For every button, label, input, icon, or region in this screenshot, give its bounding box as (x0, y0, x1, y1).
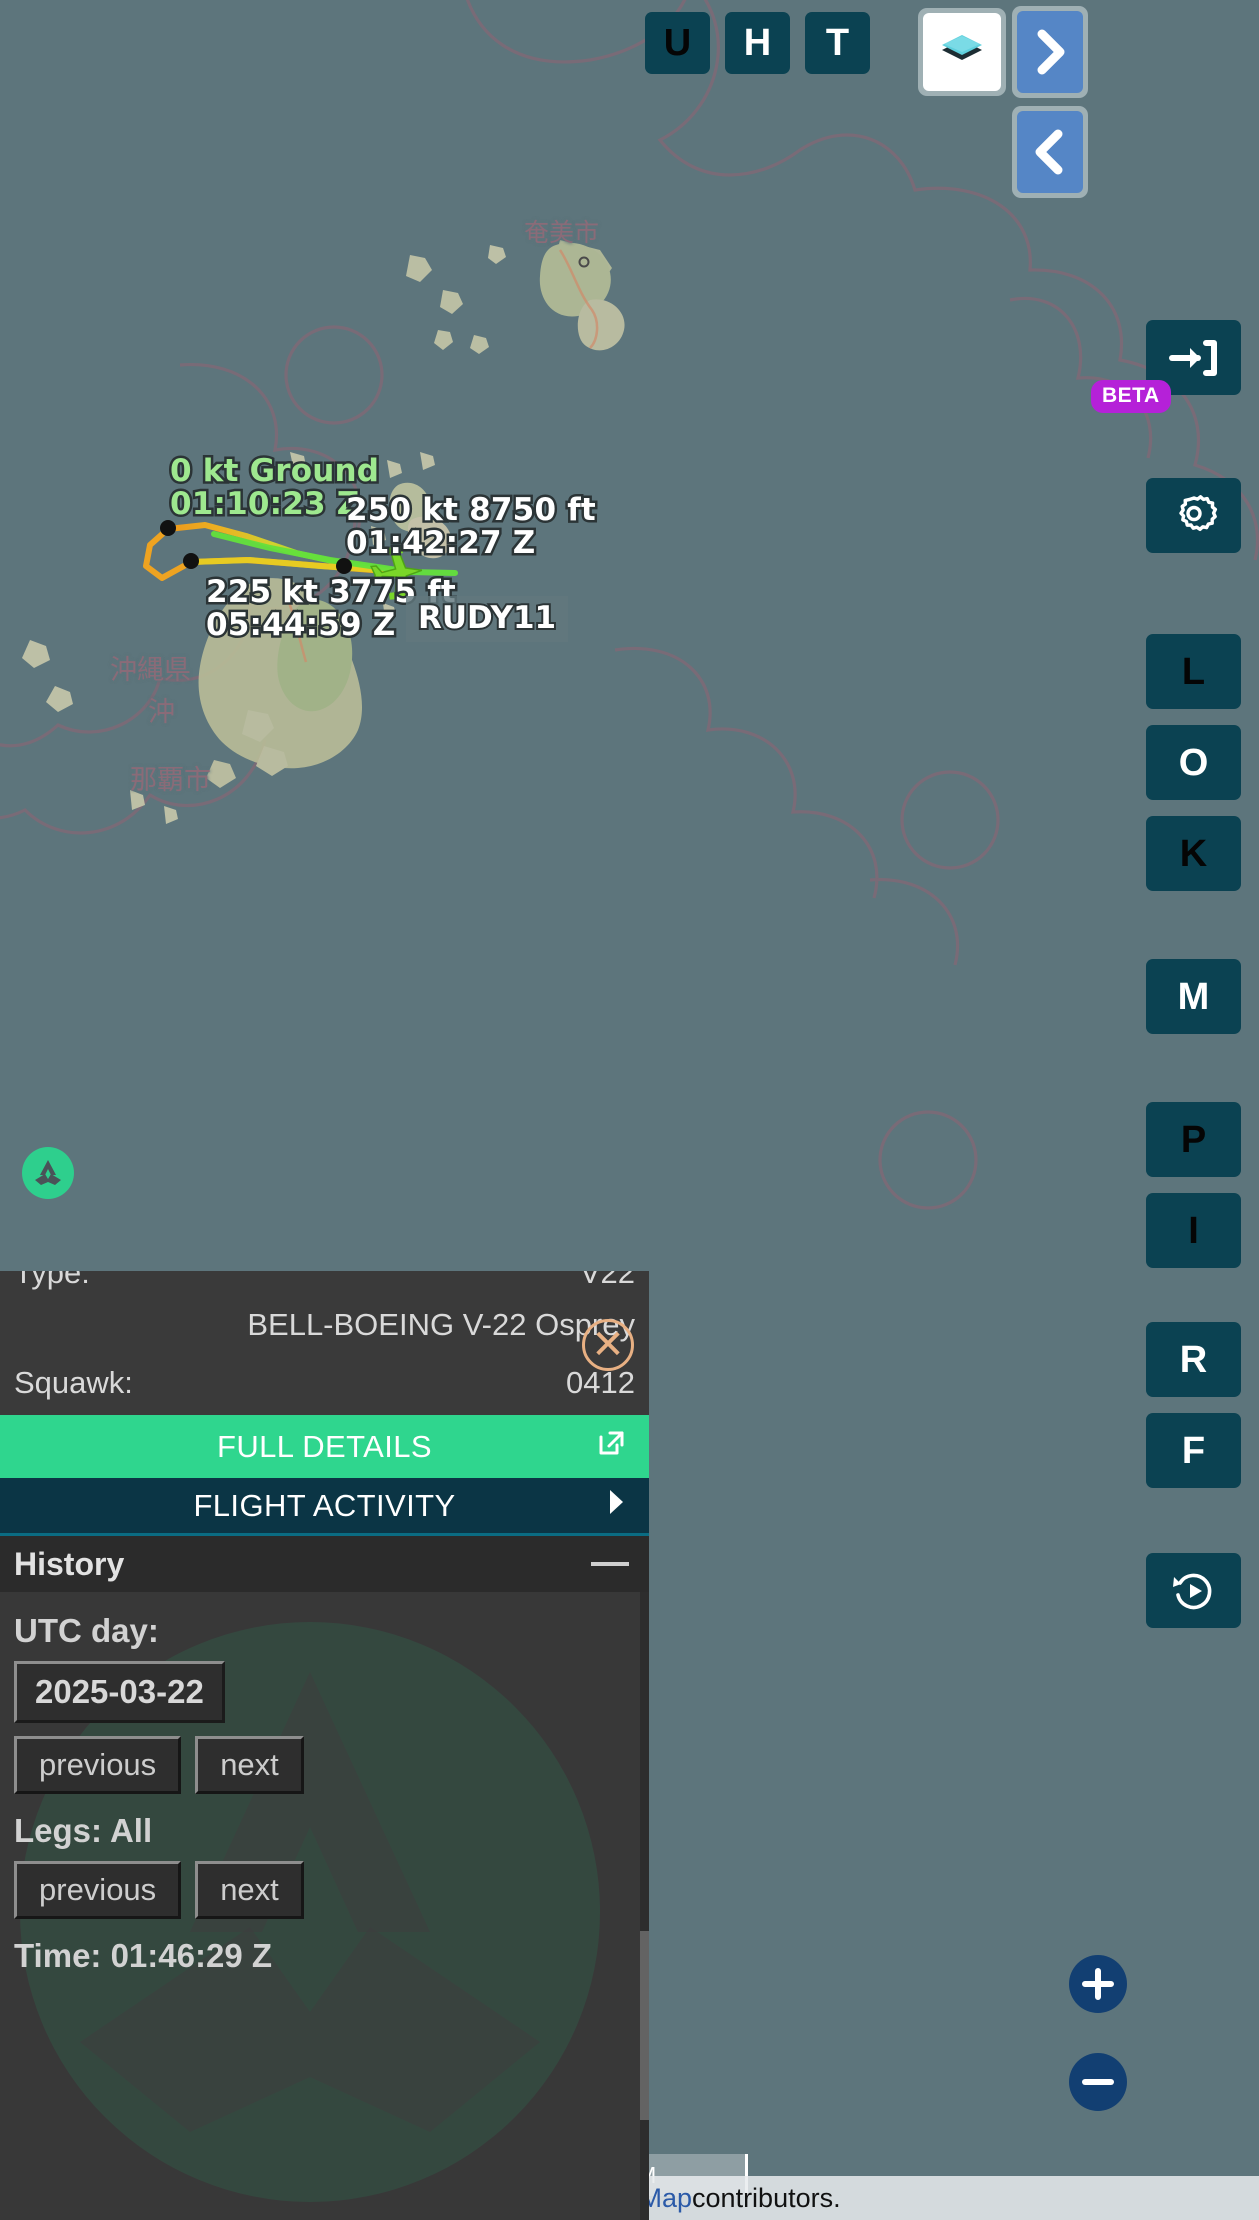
callsign-label[interactable]: RUDY11 (406, 596, 569, 642)
settings-button[interactable] (1146, 478, 1241, 553)
full-details-label: FULL DETAILS (217, 1428, 432, 1464)
replay-icon (1172, 1573, 1211, 1609)
minimize-icon[interactable] (591, 1562, 629, 1566)
toolbar-button-l-label: L (1181, 650, 1206, 693)
trail-label-peak-line2: 01:42:27 Z (344, 524, 538, 562)
squawk-value: 0412 (566, 1365, 635, 1400)
panel-scrollbar[interactable] (640, 1592, 649, 2220)
zoom-in-button[interactable] (1069, 1955, 1127, 2013)
trail-label-peak: 250 kt 8750 ft 01:42:27 Z (344, 491, 599, 563)
legs-nav-buttons: previous next (14, 1861, 635, 1919)
panel-expand-button[interactable] (1012, 6, 1088, 98)
day-previous-button[interactable]: previous (14, 1736, 182, 1794)
toolbar-button-t-label: T (825, 22, 850, 64)
trail-label-peak-line1: 250 kt 8750 ft (344, 491, 599, 529)
history-time-label: Time: 01:46:29 Z (14, 1937, 273, 1974)
history-panel-body: UTC day: 2025-03-22 previous next Legs: … (0, 1592, 649, 2220)
plus-icon (1082, 1968, 1114, 2000)
toolbar-button-r-label: R (1179, 1338, 1208, 1381)
toolbar-button-o[interactable]: O (1146, 725, 1241, 800)
type-full-value: BELL-BOEING V-22 Osprey (247, 1307, 635, 1342)
toolbar-button-p[interactable]: P (1146, 1102, 1241, 1177)
toolbar-button-r[interactable]: R (1146, 1322, 1241, 1397)
panel-scrollbar-thumb[interactable] (640, 1931, 649, 2120)
toolbar-button-f-label: F (1181, 1429, 1206, 1472)
close-panel-button[interactable]: ✕ (582, 1319, 634, 1371)
history-title: History (14, 1545, 125, 1582)
external-link-icon (595, 1427, 627, 1467)
layers-button[interactable] (918, 8, 1006, 96)
attribution-suffix: contributors. (692, 2182, 841, 2213)
legs-next-button[interactable]: next (195, 1861, 304, 1919)
trail-label-start-line1: 0 kt Ground (167, 452, 381, 490)
toolbar-button-k[interactable]: K (1146, 816, 1241, 891)
day-next-button[interactable]: next (195, 1736, 304, 1794)
toolbar-button-m-label: M (1177, 975, 1210, 1018)
legs-label: Legs: All (14, 1812, 153, 1849)
flight-activity-label: FLIGHT ACTIVITY (193, 1487, 456, 1523)
site-logo[interactable] (22, 1147, 74, 1199)
type-value: V22 (579, 1271, 635, 1290)
toolbar-button-h[interactable]: H (725, 12, 790, 74)
beta-badge: BETA (1091, 380, 1171, 413)
aircraft-info-panel: Type: V22 BELL-BOEING V-22 Osprey Squawk… (0, 1271, 649, 2220)
toolbar-button-t[interactable]: T (805, 12, 870, 74)
minus-icon (1082, 2079, 1114, 2085)
utc-day-label: UTC day: (14, 1612, 159, 1649)
zoom-out-button[interactable] (1069, 2053, 1127, 2111)
toolbar-button-u-label: U (663, 22, 692, 64)
chevron-right-icon (1037, 29, 1065, 75)
history-panel-header[interactable]: History (0, 1536, 649, 1592)
toolbar-button-f[interactable]: F (1146, 1413, 1241, 1488)
toolbar-button-i[interactable]: I (1146, 1193, 1241, 1268)
chevron-right-small-icon (605, 1487, 627, 1525)
full-details-button[interactable]: FULL DETAILS (0, 1415, 649, 1478)
squawk-label: Squawk: (14, 1365, 133, 1400)
chevron-left-icon (1035, 129, 1063, 175)
type-full-row: BELL-BOEING V-22 Osprey (14, 1295, 635, 1361)
panel-collapse-button[interactable] (1012, 106, 1088, 198)
gear-icon (1178, 494, 1217, 531)
legs-previous-button[interactable]: previous (14, 1861, 182, 1919)
aircraft-info-rows: Type: V22 BELL-BOEING V-22 Osprey Squawk… (0, 1271, 649, 1415)
close-icon: ✕ (591, 1323, 625, 1367)
plane-logo-icon (35, 1160, 61, 1185)
toolbar-button-m[interactable]: M (1146, 959, 1241, 1034)
type-row: Type: V22 (14, 1271, 635, 1295)
toolbar-button-p-label: P (1180, 1118, 1207, 1161)
toolbar-button-i-label: I (1188, 1209, 1199, 1252)
squawk-row: Squawk: 0412 (14, 1361, 635, 1405)
history-controls: UTC day: 2025-03-22 previous next Legs: … (14, 1612, 635, 1975)
login-icon (1168, 339, 1217, 376)
toolbar-button-k-label: K (1179, 832, 1208, 875)
toolbar-button-u[interactable]: U (645, 12, 710, 74)
flight-activity-button[interactable]: FLIGHT ACTIVITY (0, 1478, 649, 1536)
replay-button[interactable] (1146, 1553, 1241, 1628)
toolbar-button-h-label: H (743, 22, 772, 64)
toolbar-button-o-label: O (1178, 741, 1209, 784)
toolbar-button-l[interactable]: L (1146, 634, 1241, 709)
day-nav-buttons: previous next (14, 1736, 635, 1794)
type-label: Type: (14, 1271, 90, 1290)
utc-day-input[interactable]: 2025-03-22 (14, 1661, 225, 1723)
flight-tracker-app: 奄美市 沖縄県 沖 那覇市 0 kt Ground 01:10:23 Z 250… (0, 0, 1259, 2220)
layers-icon (942, 35, 982, 60)
